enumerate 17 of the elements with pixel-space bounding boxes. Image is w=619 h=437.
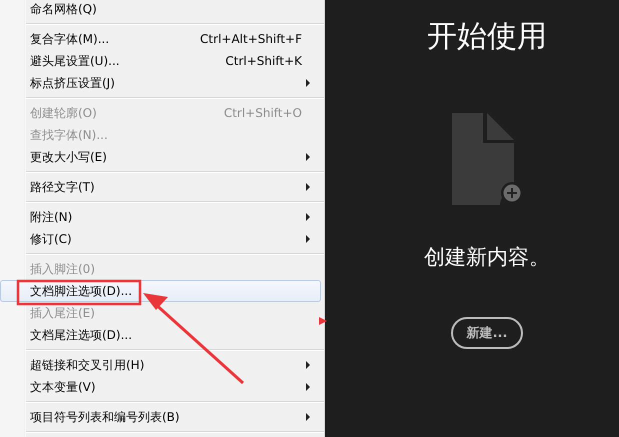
menu-item[interactable]: 复合字体(M)... Ctrl+Alt+Shift+F — [0, 28, 321, 50]
menu-item[interactable]: 文档脚注选项(D)... — [0, 280, 321, 302]
menu-item[interactable]: 命名网格(Q) — [0, 0, 321, 20]
menu-item[interactable]: 附注(N) — [0, 206, 321, 228]
panel-title: 开始使用 — [427, 18, 547, 56]
menu-item[interactable]: 修订(C) — [0, 228, 321, 250]
menu-item[interactable]: 更改大小写(E) — [0, 146, 321, 168]
menu-item[interactable]: 文档尾注选项(D)... — [0, 324, 321, 346]
create-content-text: 创建新内容。 — [424, 244, 550, 271]
marker-triangle-icon — [319, 317, 327, 325]
menu-item[interactable]: 避头尾设置(U)... Ctrl+Shift+K — [0, 50, 321, 72]
menu-item[interactable]: 文本变量(V) — [0, 376, 321, 398]
menu-item[interactable]: 项目符号列表和编号列表(B) — [0, 406, 321, 428]
menu-item[interactable]: 超链接和交叉引用(H) — [0, 354, 321, 376]
menu-item[interactable]: 路径文字(T) — [0, 176, 321, 198]
menu-item[interactable]: 标点挤压设置(J) — [0, 72, 321, 94]
new-button[interactable]: 新建... — [450, 317, 524, 349]
